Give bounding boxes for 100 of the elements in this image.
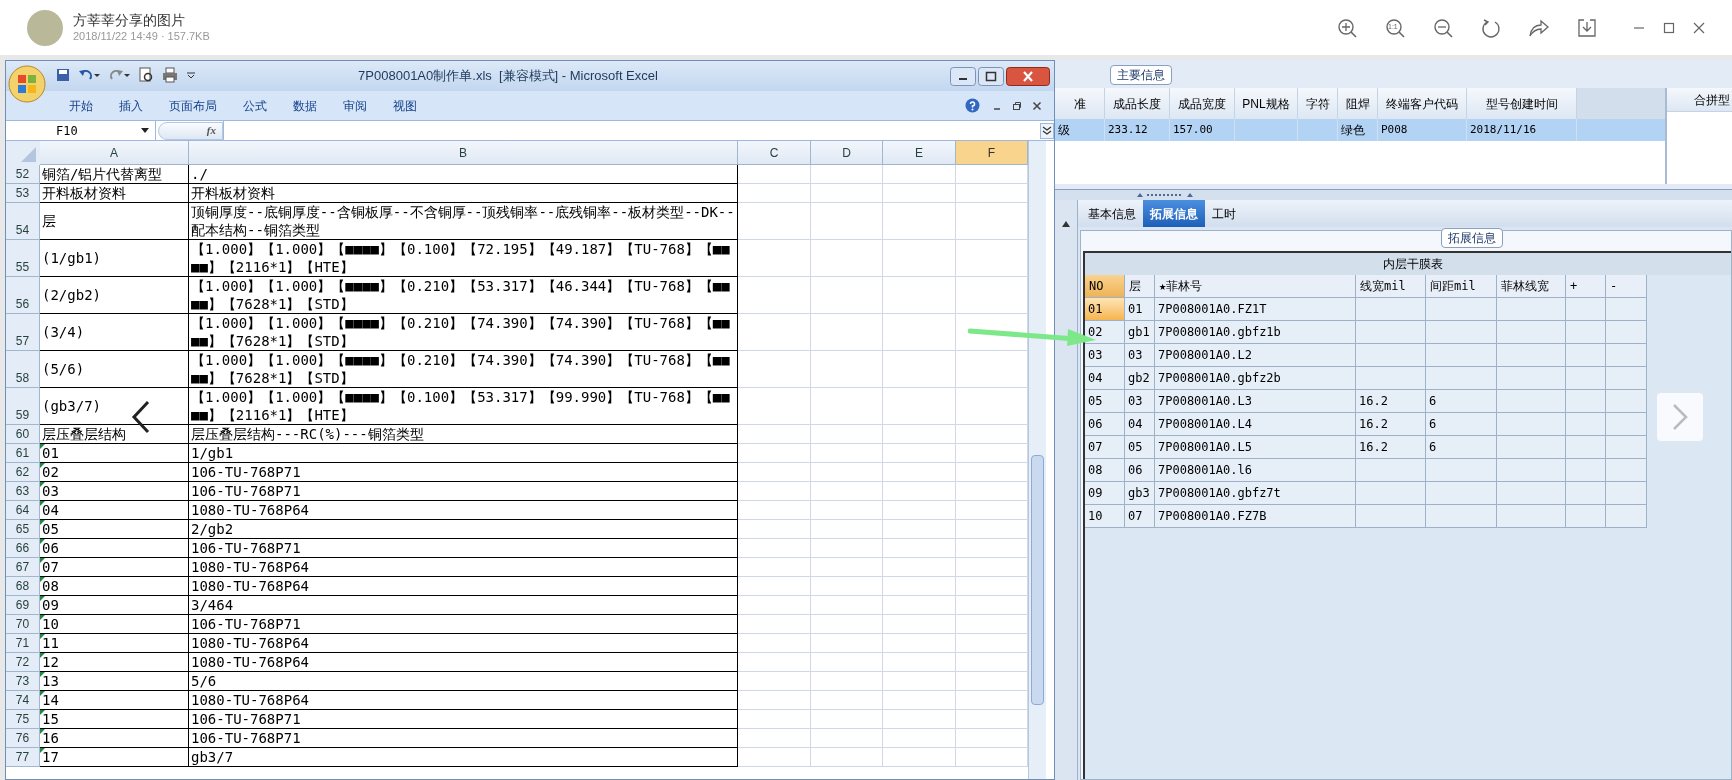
row-header[interactable]: 70 [6,615,40,634]
group-legend: 主要信息 [1110,65,1172,85]
row-header[interactable]: 74 [6,691,40,710]
row-header[interactable]: 60 [6,425,40,444]
row-header[interactable]: 64 [6,501,40,520]
ribbon-tab[interactable]: 开始 [56,96,106,115]
table-row[interactable]: 级 233.12 157.00 绿色 P008 2018/11/16 [1055,119,1665,141]
close-icon[interactable] [1006,66,1050,86]
column-header[interactable]: 合拼型 [1667,88,1732,112]
save-icon[interactable] [56,68,70,82]
empty-cell [811,203,883,240]
row-header[interactable]: 67 [6,558,40,577]
row-header[interactable]: 52 [6,165,40,184]
empty-cell [811,729,883,748]
row-header[interactable]: 08 [1085,459,1125,482]
column-header[interactable]: NO [1085,275,1125,298]
close-icon[interactable] [1693,21,1705,34]
table-cell: 15 [40,710,189,729]
ribbon-tab[interactable]: 页面布局 [156,96,230,115]
empty-cell [811,672,883,691]
name-box[interactable]: F10 [6,120,156,141]
zoom-in-icon[interactable] [1337,17,1357,38]
row-header[interactable]: 61 [6,444,40,463]
column-header[interactable]: - [1606,275,1647,298]
row-header[interactable]: 04 [1085,367,1125,390]
insert-function-button[interactable]: fx [158,121,223,140]
row-header[interactable]: 73 [6,672,40,691]
row-header[interactable]: 69 [6,596,40,615]
row-header[interactable]: 02 [1085,321,1125,344]
splitter-grip-icon[interactable] [1135,192,1195,198]
minimize-icon[interactable] [950,66,976,86]
column-header[interactable]: E [883,141,956,165]
row-header[interactable]: 01 [1085,298,1125,321]
expand-icon[interactable] [1040,122,1054,139]
row-header[interactable]: 59 [6,388,40,425]
tab[interactable]: 拓展信息 [1143,200,1205,227]
row-header[interactable]: 56 [6,277,40,314]
ribbon-tab[interactable]: 视图 [380,96,430,115]
column-header[interactable]: ★菲林号 [1155,275,1356,298]
row-header[interactable]: 10 [1085,505,1125,528]
scrollbar[interactable] [1028,141,1046,779]
row-header[interactable]: 68 [6,577,40,596]
row-header[interactable]: 72 [6,653,40,672]
column-header[interactable]: 菲林线宽 [1497,275,1566,298]
row-header[interactable]: 66 [6,539,40,558]
previous-icon[interactable] [130,400,152,434]
tab[interactable]: 基本信息 [1081,200,1143,227]
row-header[interactable]: 62 [6,463,40,482]
ribbon-tab[interactable]: 数据 [280,96,330,115]
row-header[interactable]: 54 [6,203,40,240]
row-header[interactable]: 65 [6,520,40,539]
row-header[interactable]: 06 [1085,413,1125,436]
row-header[interactable]: 53 [6,184,40,203]
table-cell: 7P008001A0.gbfz7t [1155,482,1356,505]
undo-icon[interactable] [78,68,100,82]
empty-cell [811,184,883,203]
column-header[interactable]: F [956,141,1028,165]
maximize-icon[interactable] [978,66,1004,86]
row-header[interactable]: 77 [6,748,40,767]
maximize-icon[interactable] [1663,21,1675,34]
empty-cell [811,691,883,710]
empty-cell [811,501,883,520]
ribbon-tab[interactable]: 公式 [230,96,280,115]
help-icon[interactable] [965,98,980,113]
row-header[interactable]: 03 [1085,344,1125,367]
row-header[interactable]: 76 [6,729,40,748]
row-header[interactable]: 05 [1085,390,1125,413]
table-cell: 【1.000】【1.000】【■■■■】【0.210】【74.390】【74.390】【TU-768】【■■■■】【7628*1】【STD】 [189,351,738,388]
table-cell: 04 [1125,413,1155,436]
row-header[interactable]: 09 [1085,482,1125,505]
print-preview-icon[interactable] [138,67,154,83]
share-icon[interactable] [1529,17,1549,38]
table-cell-text: 2018/11/16 [1470,121,1537,138]
redo-icon[interactable] [108,68,130,82]
close-icon[interactable] [1032,100,1042,111]
ribbon-tab[interactable]: 插入 [106,96,156,115]
column-header[interactable]: 线宽mil [1356,275,1426,298]
row-header[interactable]: 58 [6,351,40,388]
zoom-out-icon[interactable] [1433,17,1453,38]
row-header[interactable]: 55 [6,240,40,277]
row-header[interactable]: 57 [6,314,40,351]
row-header[interactable]: 75 [6,710,40,729]
column-header[interactable]: 层 [1125,275,1155,298]
column-header[interactable]: C [738,141,811,165]
column-header[interactable]: B [189,141,738,165]
column-header[interactable]: D [811,141,883,165]
row-header[interactable]: 71 [6,634,40,653]
row-header[interactable]: 07 [1085,436,1125,459]
download-icon[interactable] [1577,17,1597,38]
column-header[interactable]: 间距mil [1426,275,1497,298]
row-header[interactable]: 63 [6,482,40,501]
column-header[interactable]: A [40,141,189,165]
scroll-up-icon[interactable] [1061,220,1071,228]
ribbon-tab[interactable]: 审阅 [330,96,380,115]
rotate-icon[interactable] [1481,17,1501,38]
restore-icon[interactable] [1012,100,1022,111]
column-header[interactable]: + [1566,275,1606,298]
tab[interactable]: 工时 [1205,200,1243,227]
print-icon[interactable] [162,67,178,83]
customize-icon[interactable] [186,70,196,80]
